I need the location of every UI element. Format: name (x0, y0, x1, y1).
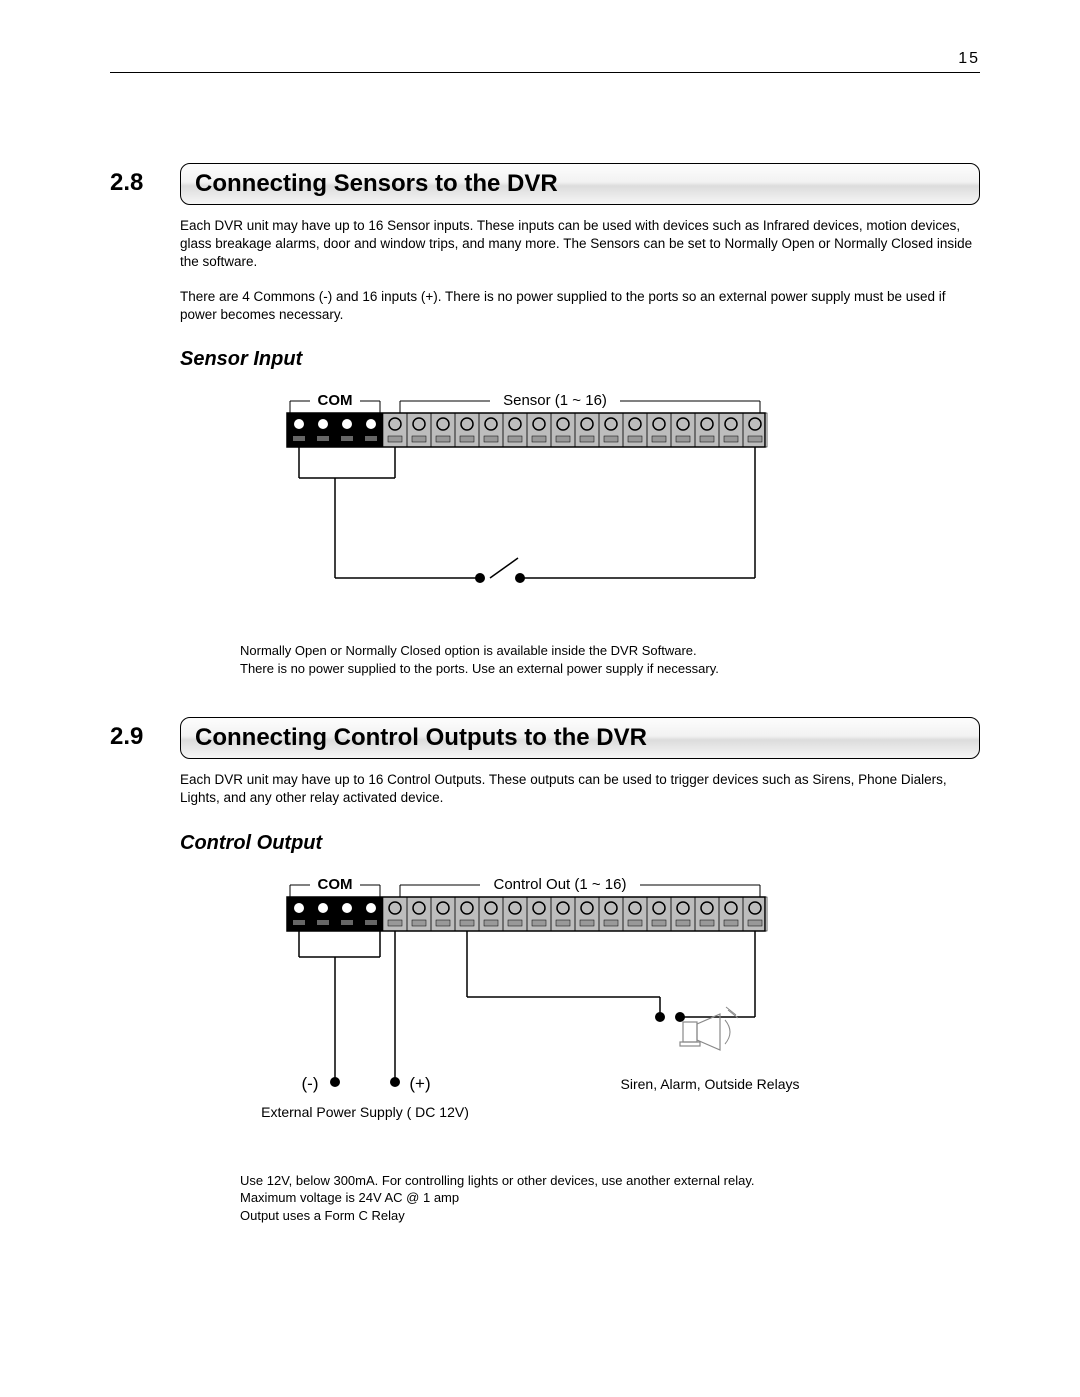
notes-section2: Use 12V, below 300mA. For controlling li… (240, 1172, 980, 1225)
section-header-2-9: 2.9 Connecting Control Outputs to the DV… (110, 717, 980, 759)
notes-section1: Normally Open or Normally Closed option … (240, 642, 980, 677)
note-line: Normally Open or Normally Closed option … (240, 642, 980, 660)
minus-label: (-) (302, 1074, 319, 1093)
page: 15 2.8 Connecting Sensors to the DVR Eac… (0, 0, 1080, 1324)
page-number: 15 (110, 50, 980, 73)
com-label: COM (318, 392, 353, 409)
plus-label: (+) (409, 1074, 430, 1093)
subheading-control-output: Control Output (180, 832, 980, 855)
siren-label: Siren, Alarm, Outside Relays (621, 1076, 800, 1092)
control-out-label: Control Out (1 ~ 16) (494, 876, 627, 893)
section-number: 2.8 (110, 163, 180, 205)
paragraph: Each DVR unit may have up to 16 Control … (180, 771, 980, 807)
com-label: COM (318, 876, 353, 893)
subheading-sensor-input: Sensor Input (180, 348, 980, 371)
sensor-label: Sensor (1 ~ 16) (503, 392, 607, 409)
section-header-2-8: 2.8 Connecting Sensors to the DVR (110, 163, 980, 205)
note-line: There is no power supplied to the ports.… (240, 660, 980, 678)
note-line: Output uses a Form C Relay (240, 1207, 980, 1225)
control-output-diagram: COM Control Out (1 ~ 16) (180, 867, 980, 1152)
section-body: Each DVR unit may have up to 16 Control … (180, 771, 980, 807)
ext-power-label: External Power Supply ( DC 12V) (261, 1104, 469, 1120)
sensor-terminals (383, 413, 767, 447)
section-number: 2.9 (110, 717, 180, 759)
siren-icon (680, 1007, 738, 1050)
section-title: Connecting Sensors to the DVR (180, 163, 980, 205)
paragraph: There are 4 Commons (-) and 16 inputs (+… (180, 288, 980, 324)
section-body: Each DVR unit may have up to 16 Sensor i… (180, 217, 980, 324)
note-line: Maximum voltage is 24V AC @ 1 amp (240, 1189, 980, 1207)
sensor-input-diagram: COM Sensor (1 ~ 16) (180, 383, 980, 618)
note-line: Use 12V, below 300mA. For controlling li… (240, 1172, 980, 1190)
paragraph: Each DVR unit may have up to 16 Sensor i… (180, 217, 980, 272)
control-terminals (383, 897, 767, 931)
section-title: Connecting Control Outputs to the DVR (180, 717, 980, 759)
